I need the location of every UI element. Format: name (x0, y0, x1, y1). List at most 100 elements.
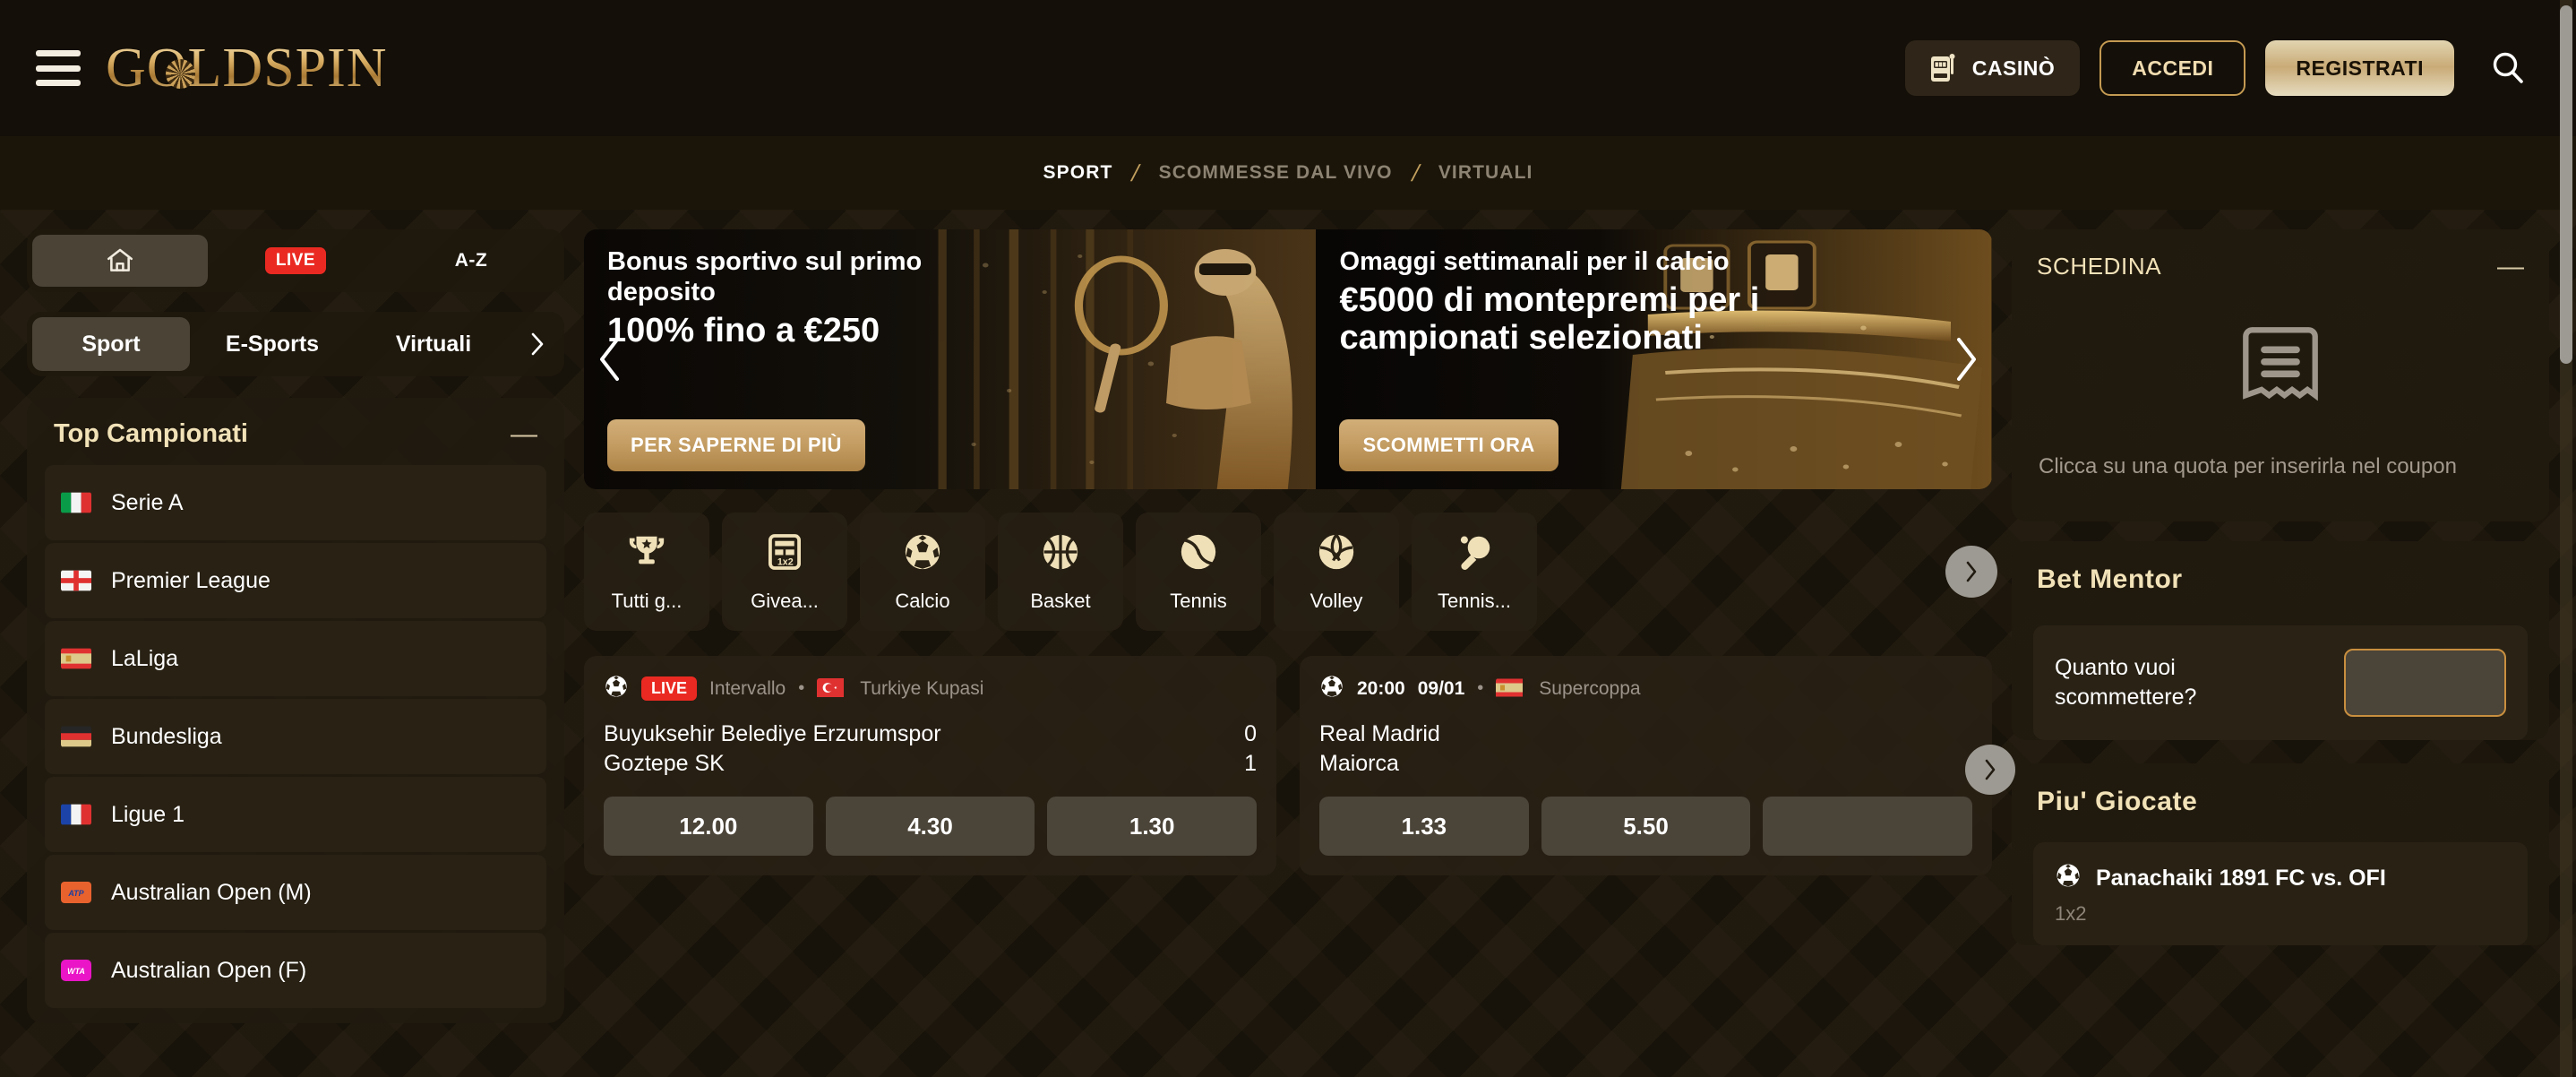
match-list: LIVE Intervallo • Turkiye Kupasi Buyukse… (584, 656, 2015, 875)
table-tennis-icon (1454, 531, 1495, 577)
sidebar-item-label: Premier League (111, 567, 270, 593)
minus-icon[interactable]: — (511, 420, 537, 447)
sport-card-giveaway[interactable]: 1x2 Givea... (722, 513, 847, 631)
casino-button[interactable]: CASINÒ (1904, 40, 2081, 96)
promo-slide-1-cta[interactable]: PER SAPERNE DI PIÙ (607, 419, 865, 471)
live-badge: LIVE (264, 247, 327, 274)
stake-input[interactable] (2344, 648, 2506, 717)
team-home: Buyuksehir Belediye Erzurumspor (604, 721, 941, 746)
nav-separator: / (1408, 159, 1422, 186)
spiral-icon (166, 58, 195, 89)
carousel-next-button[interactable] (1951, 335, 1981, 383)
nav-live-betting[interactable]: SCOMMESSE DAL VIVO (1159, 162, 1393, 184)
sidebar-item-bundesliga[interactable]: Bundesliga (45, 699, 546, 774)
odd-button-1[interactable]: 12.00 (604, 797, 813, 856)
match-meta: 20:00 09/01 • Supercoppa (1319, 674, 1972, 703)
sidebar: LIVE A-Z Sport E-Sports Virtuali Top Cam… (27, 229, 564, 1077)
promo-slide-2-content: Omaggi settimanali per il calcio €5000 d… (1316, 229, 1992, 489)
brand-logo-text: GOLDSPIN (106, 37, 388, 99)
betslip-panel: SCHEDINA — Clicca su una quota per inser… (2012, 229, 2549, 521)
betslip-empty-message: Clicca su una quota per inserirla nel co… (2039, 454, 2457, 478)
sidebar-item-premier-league[interactable]: Premier League (45, 543, 546, 618)
promo-carousel: Bonus sportivo sul primo deposito 100% f… (584, 229, 1992, 489)
odd-button-2[interactable] (1763, 797, 1973, 856)
score-home: 0 (1244, 721, 1257, 746)
sport-card-calcio[interactable]: Calcio (860, 513, 985, 631)
sidebar-tab-virtuali[interactable]: Virtuali (355, 317, 512, 371)
header-actions: CASINÒ ACCEDI REGISTRATI (1904, 40, 2535, 96)
top-leagues-panel: Top Campionati — Serie A Premier League … (27, 398, 564, 1023)
volleyball-icon (1316, 531, 1357, 577)
svg-text:WTA: WTA (67, 967, 85, 976)
match-date: 09/01 (1417, 677, 1465, 699)
sidebar-item-australian-open-m[interactable]: ATP Australian Open (M) (45, 855, 546, 930)
sports-next-button[interactable] (1945, 546, 1997, 598)
sidebar-tab-home[interactable] (32, 235, 208, 287)
sidebar-item-ligue-1[interactable]: Ligue 1 (45, 777, 546, 852)
list-item[interactable]: Panachaiki 1891 FC vs. OFI 1x2 (2033, 841, 2528, 945)
nav-sport[interactable]: SPORT (1043, 162, 1113, 184)
scrollbar-thumb[interactable] (2560, 5, 2572, 364)
register-button[interactable]: REGISTRATI (2265, 40, 2454, 96)
promo-slide-1[interactable]: Bonus sportivo sul primo deposito 100% f… (584, 229, 1317, 489)
sidebar-item-label: Serie A (111, 489, 184, 515)
score-away: 1 (1244, 751, 1257, 776)
promo-slide-2-cta[interactable]: SCOMMETTI ORA (1339, 419, 1558, 471)
team-away: Maiorca (1319, 751, 1399, 776)
live-badge: LIVE (641, 676, 698, 701)
sport-card-label: Tutti g... (611, 589, 683, 612)
sidebar-item-label: Australian Open (F) (111, 957, 307, 983)
team-home: Real Madrid (1319, 721, 1440, 746)
promo-slide-2[interactable]: Omaggi settimanali per il calcio €5000 d… (1316, 229, 1992, 489)
match-card[interactable]: 20:00 09/01 • Supercoppa Real Madrid Mai… (1300, 656, 2015, 875)
receipt-icon (2232, 316, 2329, 418)
promo-slide-1-subtitle: Bonus sportivo sul primo deposito (607, 247, 923, 306)
sport-card-table-tennis[interactable]: Tennis... (1412, 513, 1537, 631)
flag-es-icon (1496, 678, 1526, 700)
sport-card-tutti[interactable]: Tutti g... (584, 513, 709, 631)
bet-mentor-stake-row: Quanto vuoi scommettere? (2033, 625, 2528, 740)
popular-market-label: 1x2 (2055, 901, 2087, 925)
sport-card-tennis[interactable]: Tennis (1136, 513, 1261, 631)
sidebar-item-australian-open-f[interactable]: WTA Australian Open (F) (45, 933, 546, 1008)
match-time: 20:00 (1357, 677, 1405, 699)
sport-card-label: Tennis... (1438, 589, 1511, 612)
sports-categories: Tutti g... 1x2 Givea... Calcio Basket Te… (584, 513, 1997, 631)
brand-logo[interactable]: GOLDSPIN (100, 37, 388, 100)
sidebar-tab-esports[interactable]: E-Sports (193, 317, 351, 371)
sidebar-item-serie-a[interactable]: Serie A (45, 465, 546, 540)
meta-dot: • (798, 678, 805, 698)
atp-logo-icon: ATP (61, 882, 91, 903)
odd-button-x[interactable]: 5.50 (1541, 797, 1751, 856)
login-button[interactable]: ACCEDI (2099, 40, 2246, 96)
popular-bets-panel: Piu' Giocate Panachaiki 1891 FC vs. OFI … (2012, 763, 2549, 945)
hamburger-icon[interactable] (36, 50, 81, 86)
chevron-right-icon[interactable] (516, 331, 559, 358)
odd-button-1[interactable]: 1.33 (1319, 797, 1529, 856)
matches-next-button[interactable] (1965, 745, 2015, 796)
sidebar-tab-sport[interactable]: Sport (32, 317, 190, 371)
minus-icon[interactable]: — (2497, 253, 2524, 280)
nav-virtuals[interactable]: VIRTUALI (1438, 162, 1533, 184)
sport-card-basket[interactable]: Basket (998, 513, 1123, 631)
promo-slide-1-content: Bonus sportivo sul primo deposito 100% f… (584, 229, 1316, 489)
sidebar-text-tabs: Sport E-Sports Virtuali (27, 312, 564, 376)
sidebar-item-laliga[interactable]: LaLiga (45, 621, 546, 696)
popular-match-name: Panachaiki 1891 FC vs. OFI (2096, 865, 2386, 891)
flag-es-icon (61, 648, 91, 669)
match-scores: 0 1 (1244, 719, 1257, 779)
match-teams: Buyuksehir Belediye Erzurumspor Goztepe … (604, 719, 1257, 779)
search-icon[interactable] (2481, 41, 2535, 95)
sport-card-label: Tennis (1170, 589, 1227, 612)
betslip-empty-state: Clicca su una quota per inserirla nel co… (2012, 280, 2549, 521)
nav-separator: / (1129, 159, 1143, 186)
sport-card-volley[interactable]: Volley (1274, 513, 1399, 631)
match-card[interactable]: LIVE Intervallo • Turkiye Kupasi Buyukse… (584, 656, 1276, 875)
odds-row: 1.33 5.50 (1319, 797, 1973, 856)
odd-button-x[interactable]: 4.30 (825, 797, 1035, 856)
sidebar-tab-live[interactable]: LIVE (208, 235, 383, 287)
odd-button-2[interactable]: 1.30 (1047, 797, 1258, 856)
sidebar-tab-az[interactable]: A-Z (383, 235, 559, 287)
carousel-prev-button[interactable] (595, 335, 625, 383)
team-away: Goztepe SK (604, 751, 725, 776)
